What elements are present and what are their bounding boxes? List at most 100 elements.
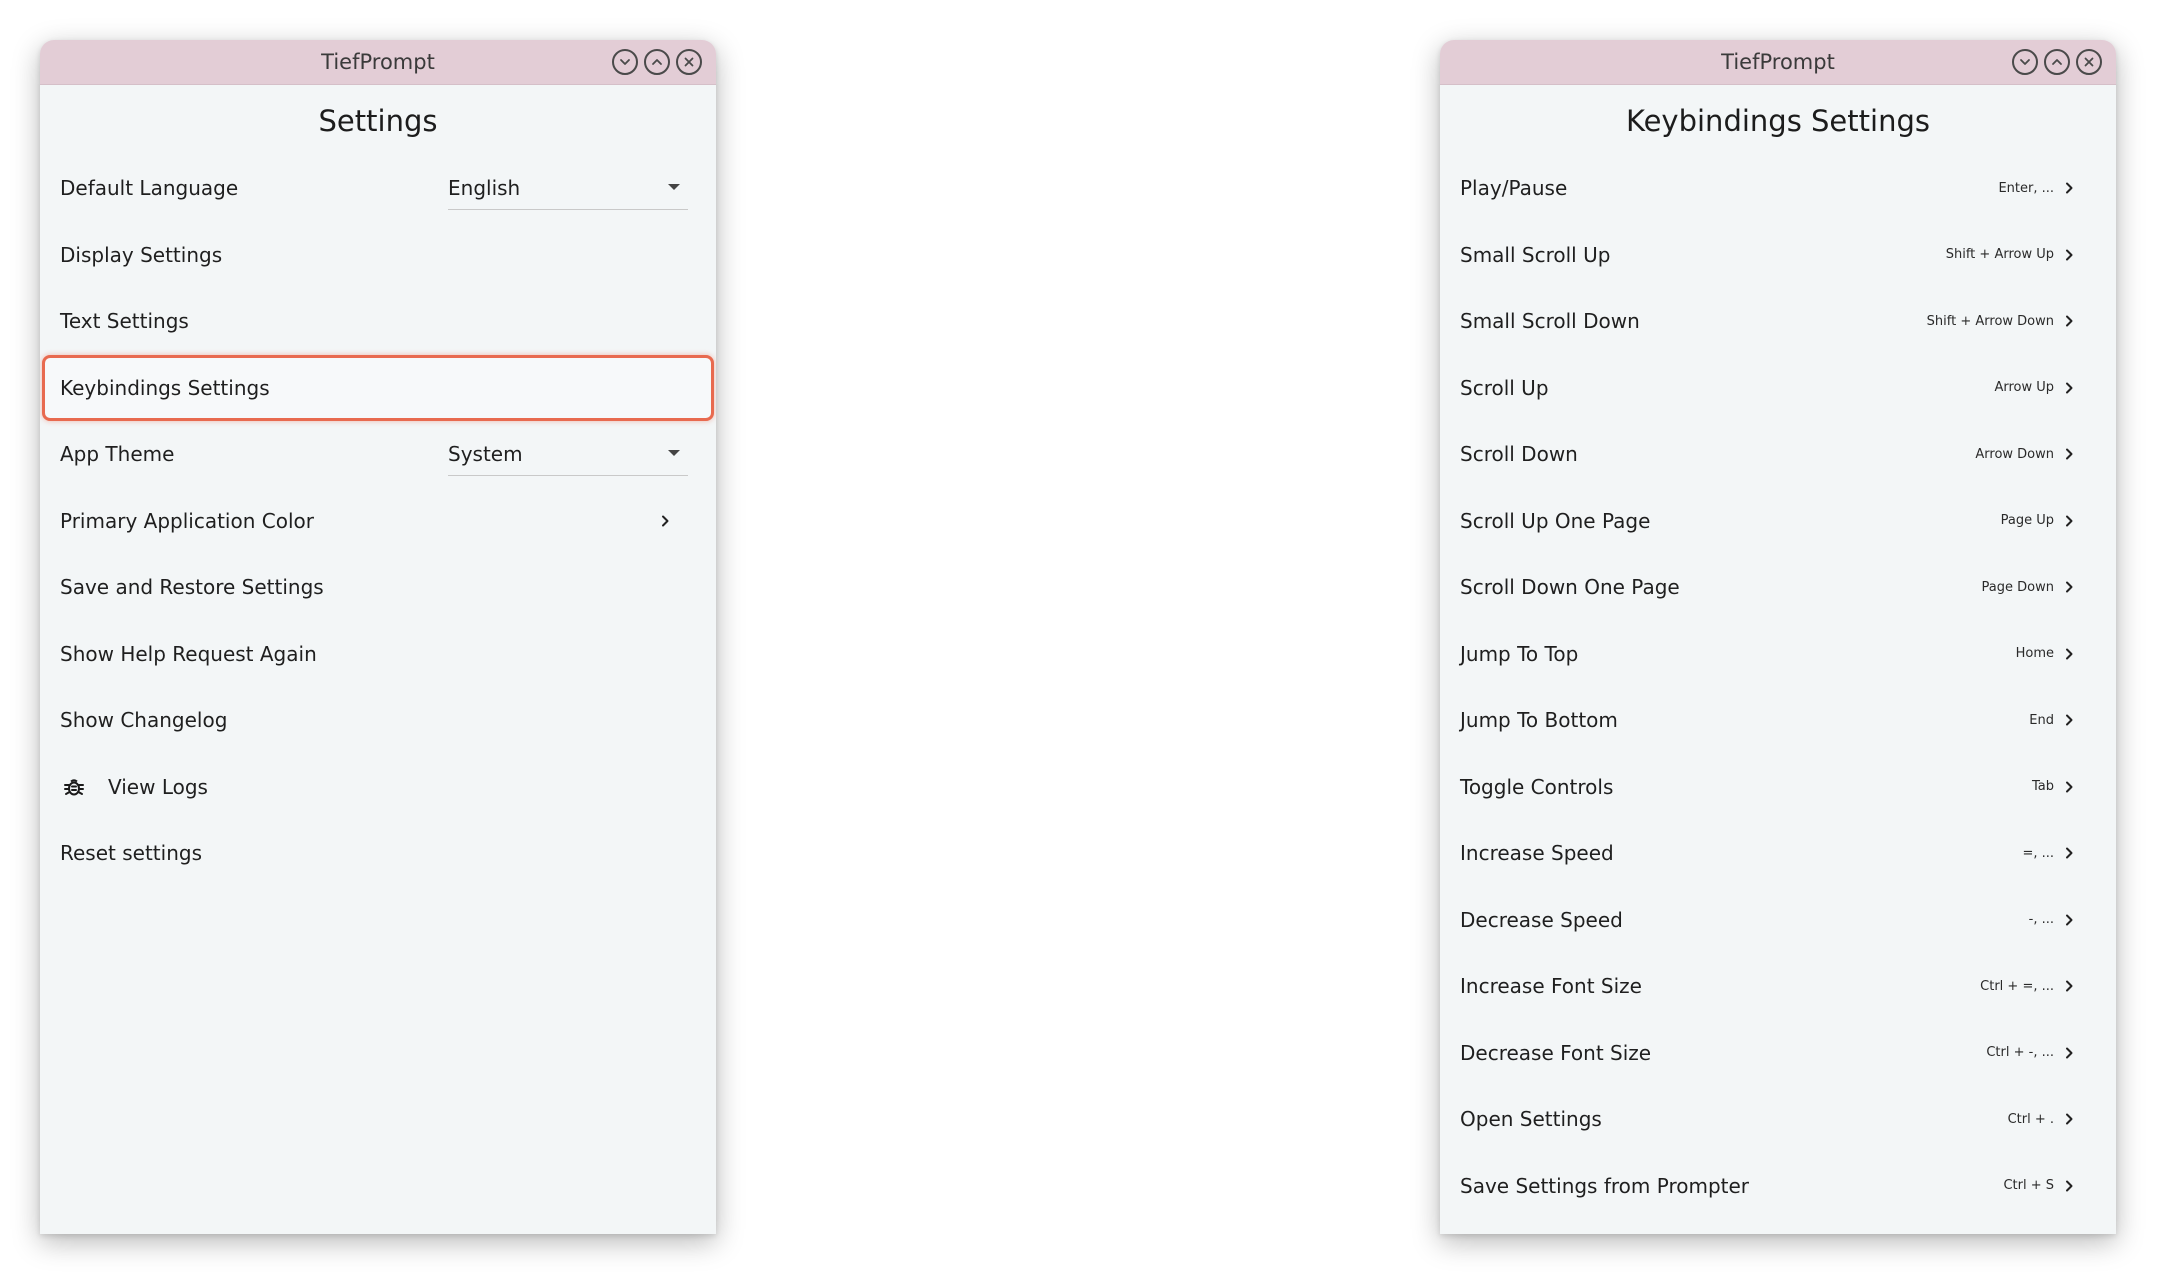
keybinding-item[interactable]: Scroll Up One Page Page Up bbox=[1440, 488, 2116, 555]
chevron-right-icon bbox=[2060, 578, 2078, 596]
keybinding-item[interactable]: Open Settings Ctrl + . bbox=[1440, 1086, 2116, 1153]
keybinding-label: Small Scroll Up bbox=[1460, 242, 1611, 267]
keybinding-item[interactable]: Increase Font Size Ctrl + =, ... bbox=[1440, 953, 2116, 1020]
keybinding-item[interactable]: Decrease Speed -, ... bbox=[1440, 887, 2116, 954]
text-settings-item[interactable]: Text Settings bbox=[40, 288, 716, 355]
keybinding-shortcut: Arrow Up bbox=[1994, 380, 2054, 396]
app-theme-select[interactable]: System bbox=[448, 432, 688, 477]
keybinding-shortcut: =, ... bbox=[2022, 845, 2054, 861]
display-settings-label: Display Settings bbox=[60, 242, 223, 267]
default-language-row: Default Language English bbox=[40, 155, 716, 222]
keybinding-label: Save Settings from Prompter bbox=[1460, 1173, 1750, 1198]
keybinding-label: Play/Pause bbox=[1460, 176, 1568, 201]
chevron-down-icon bbox=[2020, 59, 2030, 65]
chevron-right-icon bbox=[2060, 844, 2078, 862]
chevron-right-icon bbox=[2060, 445, 2078, 463]
page-title: Keybindings Settings bbox=[1626, 104, 1930, 138]
default-language-value: English bbox=[448, 175, 521, 200]
keybinding-label: Decrease Font Size bbox=[1460, 1040, 1652, 1065]
chevron-right-icon bbox=[2060, 1110, 2078, 1128]
chevron-up-icon bbox=[652, 59, 662, 65]
default-language-label: Default Language bbox=[60, 176, 239, 201]
keybinding-item[interactable]: Scroll Down One Page Page Down bbox=[1440, 554, 2116, 621]
save-restore-label: Save and Restore Settings bbox=[60, 575, 324, 600]
chevron-right-icon bbox=[2060, 711, 2078, 729]
keybinding-shortcut: Ctrl + S bbox=[2003, 1178, 2054, 1194]
keybinding-shortcut: Shift + Arrow Down bbox=[1926, 313, 2054, 329]
app-theme-value: System bbox=[448, 441, 523, 466]
keybindings-window: TiefPrompt Keybindings Settings Play/Pau… bbox=[1440, 40, 2116, 1234]
maximize-button[interactable] bbox=[2044, 49, 2070, 75]
primary-color-label: Primary Application Color bbox=[60, 508, 314, 533]
settings-window: TiefPrompt Settings Default Language Eng… bbox=[40, 40, 716, 1234]
keybinding-item[interactable]: Scroll Down Arrow Down bbox=[1440, 421, 2116, 488]
keybinding-shortcut: Home bbox=[2015, 646, 2054, 662]
keybinding-item[interactable]: Decrease Font Size Ctrl + -, ... bbox=[1440, 1020, 2116, 1087]
close-button[interactable] bbox=[2076, 49, 2102, 75]
page-title: Settings bbox=[318, 104, 438, 138]
chevron-right-icon bbox=[2060, 645, 2078, 663]
show-help-item[interactable]: Show Help Request Again bbox=[40, 621, 716, 688]
minimize-button[interactable] bbox=[2012, 49, 2038, 75]
keybinding-item[interactable]: Increase Speed =, ... bbox=[1440, 820, 2116, 887]
keybinding-shortcut: Shift + Arrow Up bbox=[1945, 247, 2054, 263]
maximize-button[interactable] bbox=[644, 49, 670, 75]
keybinding-item[interactable]: Save Settings from Prompter Ctrl + S bbox=[1440, 1153, 2116, 1220]
close-icon bbox=[2084, 57, 2094, 67]
keybinding-label: Toggle Controls bbox=[1460, 774, 1614, 799]
window-controls bbox=[2012, 49, 2102, 75]
default-language-select[interactable]: English bbox=[448, 166, 688, 211]
keybinding-label: Scroll Up bbox=[1460, 375, 1549, 400]
title-bar[interactable]: TiefPrompt bbox=[1440, 40, 2116, 85]
show-changelog-label: Show Changelog bbox=[60, 708, 228, 733]
view-logs-item[interactable]: View Logs bbox=[40, 754, 716, 821]
keybinding-item[interactable]: Jump To Top Home bbox=[1440, 621, 2116, 688]
chevron-right-icon bbox=[2060, 179, 2078, 197]
caret-down-icon bbox=[668, 450, 680, 457]
keybinding-shortcut: Ctrl + =, ... bbox=[1980, 978, 2054, 994]
keybinding-label: Jump To Bottom bbox=[1460, 708, 1618, 733]
keybinding-label: Open Settings bbox=[1460, 1107, 1602, 1132]
keybinding-shortcut: Page Down bbox=[1981, 579, 2054, 595]
keybinding-item[interactable]: Jump To Bottom End bbox=[1440, 687, 2116, 754]
chevron-right-icon bbox=[2060, 312, 2078, 330]
keybinding-shortcut: -, ... bbox=[2028, 912, 2054, 928]
keybinding-item[interactable]: Toggle Controls Tab bbox=[1440, 754, 2116, 821]
reset-settings-label: Reset settings bbox=[60, 841, 202, 866]
show-help-label: Show Help Request Again bbox=[60, 641, 317, 666]
chevron-right-icon bbox=[656, 512, 674, 530]
keybinding-label: Jump To Top bbox=[1460, 641, 1579, 666]
keybinding-shortcut: Ctrl + . bbox=[2007, 1111, 2054, 1127]
chevron-down-icon bbox=[620, 59, 630, 65]
window-controls bbox=[612, 49, 702, 75]
keybindings-settings-label: Keybindings Settings bbox=[60, 375, 270, 400]
reset-settings-item[interactable]: Reset settings bbox=[40, 820, 716, 887]
keybinding-item[interactable]: Scroll Up Arrow Up bbox=[1440, 355, 2116, 422]
keybinding-label: Small Scroll Down bbox=[1460, 309, 1640, 334]
chevron-right-icon bbox=[2060, 911, 2078, 929]
keybindings-settings-item[interactable]: Keybindings Settings bbox=[42, 354, 714, 421]
keybinding-label: Increase Speed bbox=[1460, 841, 1614, 866]
close-button[interactable] bbox=[676, 49, 702, 75]
keybinding-shortcut: Arrow Down bbox=[1975, 446, 2054, 462]
save-restore-item[interactable]: Save and Restore Settings bbox=[40, 554, 716, 621]
show-changelog-item[interactable]: Show Changelog bbox=[40, 687, 716, 754]
keybindings-list: Play/Pause Enter, ... Small Scroll Up Sh… bbox=[1440, 155, 2116, 1219]
chevron-right-icon bbox=[2060, 246, 2078, 264]
keybinding-item[interactable]: Small Scroll Down Shift + Arrow Down bbox=[1440, 288, 2116, 355]
minimize-button[interactable] bbox=[612, 49, 638, 75]
primary-color-item[interactable]: Primary Application Color bbox=[40, 488, 716, 555]
keybinding-shortcut: Ctrl + -, ... bbox=[1986, 1045, 2054, 1061]
keybinding-item[interactable]: Play/Pause Enter, ... bbox=[1440, 155, 2116, 222]
close-icon bbox=[684, 57, 694, 67]
display-settings-item[interactable]: Display Settings bbox=[40, 222, 716, 289]
keybinding-label: Increase Font Size bbox=[1460, 974, 1642, 999]
app-theme-row: App Theme System bbox=[40, 421, 716, 488]
keybinding-item[interactable]: Small Scroll Up Shift + Arrow Up bbox=[1440, 222, 2116, 289]
chevron-right-icon bbox=[2060, 379, 2078, 397]
keybinding-label: Scroll Down One Page bbox=[1460, 575, 1680, 600]
keybinding-label: Decrease Speed bbox=[1460, 907, 1623, 932]
title-bar[interactable]: TiefPrompt bbox=[40, 40, 716, 85]
chevron-right-icon bbox=[2060, 1177, 2078, 1195]
caret-down-icon bbox=[668, 184, 680, 191]
